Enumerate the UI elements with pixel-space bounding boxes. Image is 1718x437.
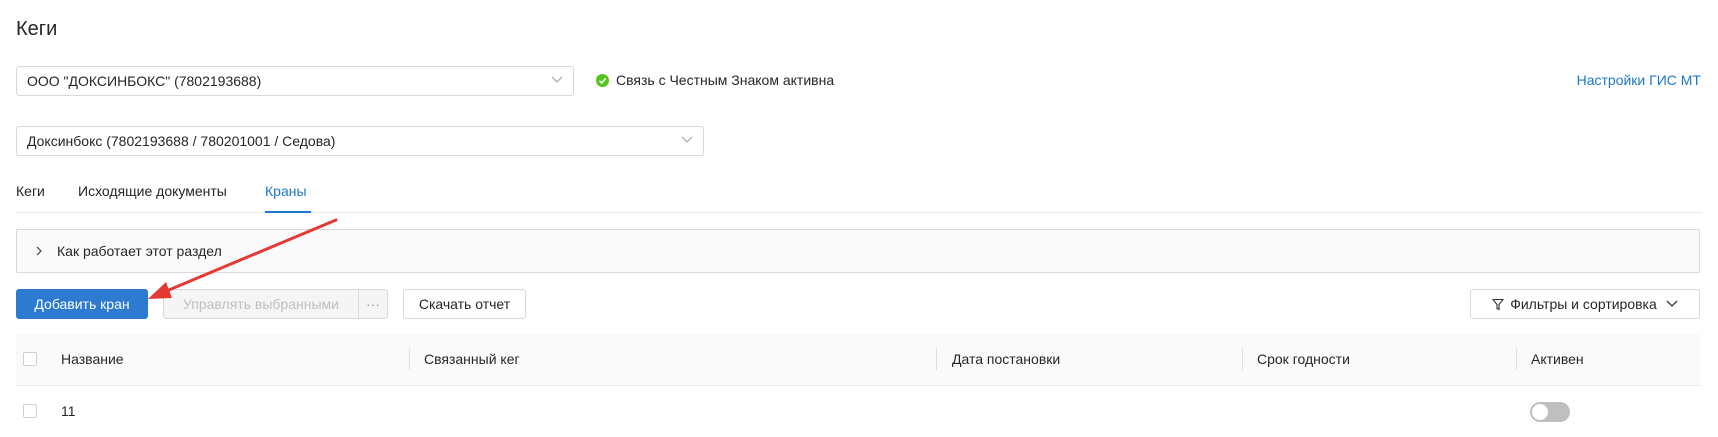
branch-select[interactable]: Доксинбокс (7802193688 / 780201001 / Сед…	[16, 126, 704, 156]
tab-taps[interactable]: Краны	[265, 183, 307, 199]
info-panel[interactable]: Как работает этот раздел	[16, 229, 1700, 273]
filters-sort-label: Фильтры и сортировка	[1510, 296, 1657, 312]
branch-select-value: Доксинбокс (7802193688 / 780201001 / Сед…	[27, 133, 336, 149]
select-all-checkbox[interactable]	[23, 352, 37, 366]
manage-selected-button[interactable]: Управлять выбранными	[163, 289, 359, 319]
gis-settings-link[interactable]: Настройки ГИС МТ	[1577, 72, 1701, 88]
more-actions-button[interactable]: ···	[358, 289, 388, 319]
active-toggle[interactable]	[1530, 402, 1570, 422]
add-tap-button[interactable]: Добавить кран	[16, 289, 148, 319]
table-row[interactable]: 11	[16, 386, 1700, 437]
chevron-right-icon	[36, 246, 42, 256]
page-title: Кеги	[16, 18, 58, 40]
chevron-down-icon	[681, 136, 693, 143]
active-tab-indicator	[265, 211, 311, 213]
org-select-value: ООО "ДОКСИНБОКС" (7802193688)	[27, 73, 262, 89]
column-divider	[409, 348, 410, 370]
connection-status: Связь с Честным Знаком активна	[596, 72, 834, 88]
column-expiry[interactable]: Срок годности	[1257, 351, 1350, 367]
row-checkbox[interactable]	[23, 404, 37, 418]
chevron-down-icon	[551, 76, 563, 83]
tab-kegs[interactable]: Кеги	[16, 183, 45, 199]
check-circle-icon	[596, 73, 609, 87]
column-name[interactable]: Название	[61, 351, 124, 367]
tab-outgoing-documents[interactable]: Исходящие документы	[78, 183, 227, 199]
column-divider	[1516, 348, 1517, 370]
toggle-knob	[1532, 404, 1548, 420]
info-panel-label: Как работает этот раздел	[57, 243, 222, 259]
chevron-down-icon	[1666, 300, 1678, 307]
column-divider	[936, 348, 937, 370]
download-report-button[interactable]: Скачать отчет	[403, 289, 526, 319]
column-registration-date[interactable]: Дата постановки	[952, 351, 1060, 367]
table-header	[16, 334, 1700, 386]
org-select[interactable]: ООО "ДОКСИНБОКС" (7802193688)	[16, 66, 574, 96]
column-divider	[1242, 348, 1243, 370]
filters-sort-button[interactable]: Фильтры и сортировка	[1470, 289, 1700, 319]
row-name: 11	[61, 403, 76, 419]
column-linked-keg[interactable]: Связанный кег	[424, 351, 520, 367]
column-active[interactable]: Активен	[1531, 351, 1584, 367]
filter-icon	[1492, 298, 1505, 310]
connection-status-text: Связь с Честным Знаком активна	[616, 72, 835, 88]
